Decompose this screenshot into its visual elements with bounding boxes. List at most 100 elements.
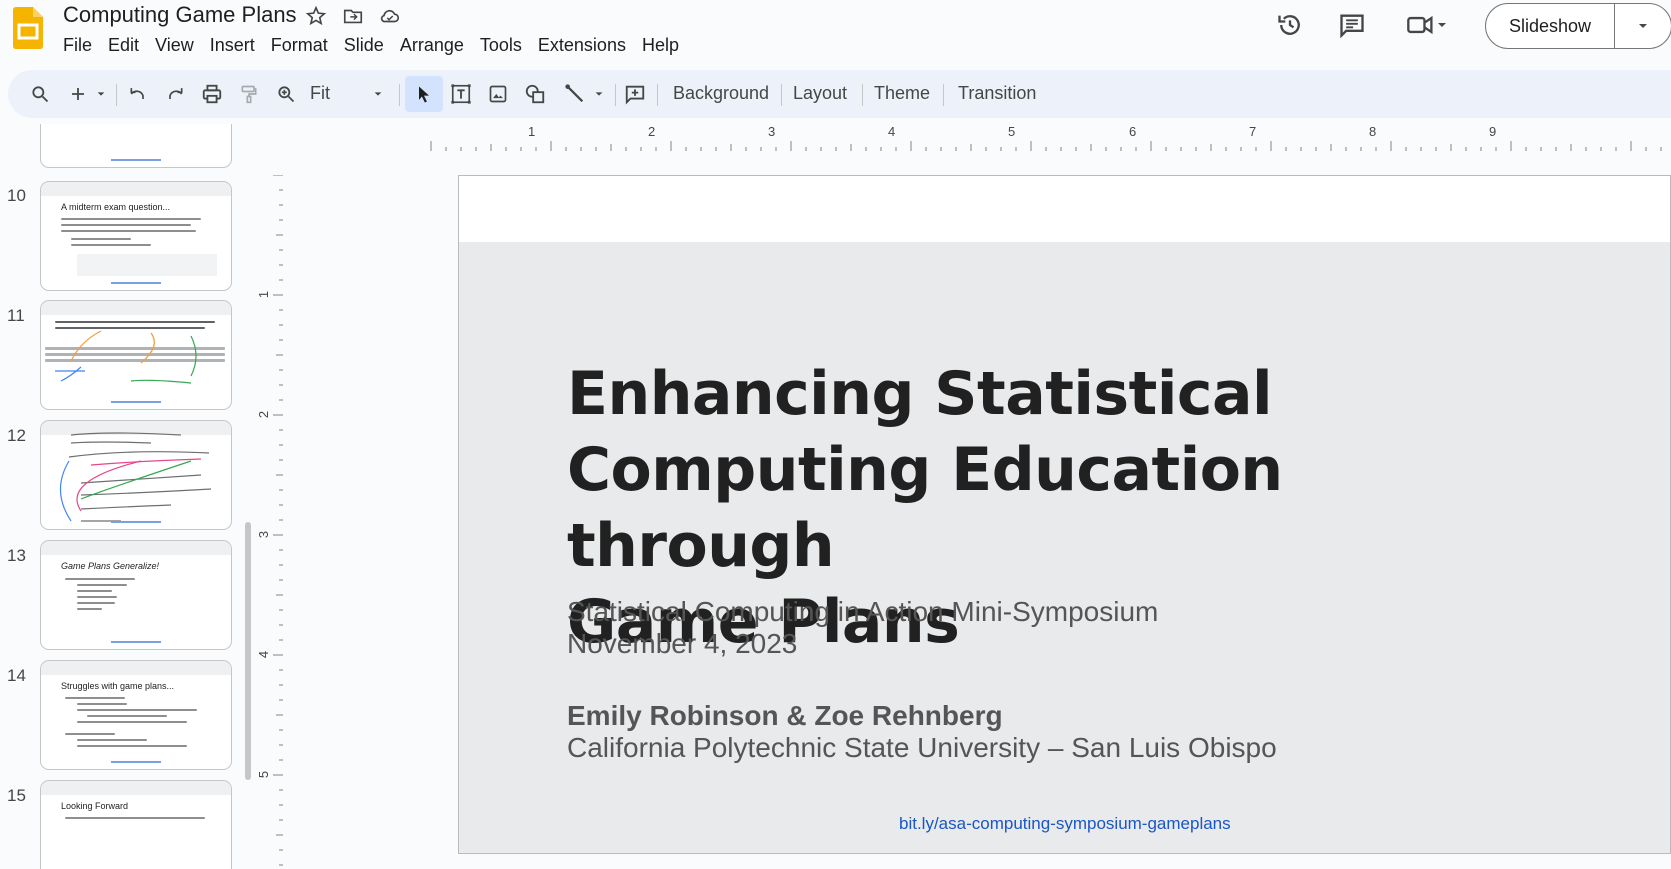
- shape-icon[interactable]: [523, 82, 547, 106]
- ruler-label: 1: [256, 290, 272, 299]
- menu-format[interactable]: Format: [263, 33, 336, 57]
- document-title[interactable]: Computing Game Plans: [63, 2, 297, 28]
- undo-icon[interactable]: [126, 82, 150, 106]
- select-cursor-icon[interactable]: [412, 82, 436, 106]
- version-history-icon[interactable]: [1275, 10, 1305, 40]
- thumbnail-text-line: [77, 602, 115, 604]
- thumbnail-link-line: [111, 159, 161, 161]
- slideshow-button[interactable]: Slideshow: [1486, 16, 1614, 37]
- thumbnail-title: A midterm exam question...: [61, 202, 171, 212]
- slide-event[interactable]: Statistical Computing in Action Mini-Sym…: [567, 596, 1158, 628]
- menu-insert[interactable]: Insert: [202, 33, 263, 57]
- move-to-folder-icon[interactable]: [342, 5, 364, 27]
- thumbnail-text-line: [61, 224, 191, 226]
- theme-button[interactable]: Theme: [874, 83, 930, 104]
- thumbnail-text-line: [61, 218, 201, 220]
- toolbar-divider: [116, 84, 117, 106]
- slide-affiliation[interactable]: California Polytechnic State University …: [567, 732, 1277, 764]
- thumbnail-header: [41, 661, 231, 675]
- filmstrip-scrollbar[interactable]: [245, 522, 251, 780]
- current-slide[interactable]: Enhancing Statistical Computing Educatio…: [458, 175, 1671, 854]
- print-icon[interactable]: [200, 82, 224, 106]
- menu-arrange[interactable]: Arrange: [392, 33, 472, 57]
- slide-number: 14: [7, 666, 26, 685]
- slide-thumbnail[interactable]: Game Plans Generalize!: [40, 540, 232, 650]
- thumbnail-link-line: [111, 761, 161, 763]
- redo-icon[interactable]: [163, 82, 187, 106]
- new-slide-icon[interactable]: [66, 82, 90, 106]
- slide-date[interactable]: November 4, 2023: [567, 628, 797, 660]
- thumbnail-text-line: [77, 608, 102, 610]
- slide-authors[interactable]: Emily Robinson & Zoe Rehnberg: [567, 700, 1003, 732]
- thumbnail-text-line: [77, 709, 197, 711]
- menu-tools[interactable]: Tools: [472, 33, 530, 57]
- horizontal-ruler-labels: 1 2 3 4 5 6 7 8 9: [281, 124, 1671, 152]
- menu-view[interactable]: View: [147, 33, 202, 57]
- slide-thumbnail[interactable]: [40, 420, 232, 530]
- thumbnail-title: Game Plans Generalize!: [61, 561, 160, 571]
- thumbnail-title: Looking Forward: [61, 801, 129, 811]
- thumbnail-link-line: [111, 282, 161, 284]
- menu-file[interactable]: File: [55, 33, 100, 57]
- text-box-icon[interactable]: [449, 82, 473, 106]
- ruler-label: 9: [1489, 124, 1497, 139]
- ruler-label: 2: [648, 124, 656, 139]
- meet-camera-icon[interactable]: [1402, 10, 1452, 40]
- transition-button[interactable]: Transition: [958, 83, 1036, 104]
- star-icon[interactable]: [305, 5, 327, 27]
- background-button[interactable]: Background: [673, 83, 769, 104]
- menu-slide[interactable]: Slide: [336, 33, 392, 57]
- ruler-label: 6: [1129, 124, 1137, 139]
- cloud-saved-icon[interactable]: [379, 5, 401, 27]
- thumbnail-text-line: [65, 817, 205, 819]
- insert-image-icon[interactable]: [486, 82, 510, 106]
- slide-thumbnail[interactable]: Looking Forward: [40, 780, 232, 869]
- menu-bar: File Edit View Insert Format Slide Arran…: [55, 33, 687, 57]
- layout-button[interactable]: Layout: [793, 83, 847, 104]
- slide-number: 12: [7, 426, 26, 445]
- slide-number: 13: [7, 546, 26, 565]
- slide-thumbnail[interactable]: [40, 124, 232, 168]
- thumbnail-text-line: [65, 578, 135, 580]
- menu-help[interactable]: Help: [634, 33, 687, 57]
- line-icon[interactable]: [563, 82, 587, 106]
- slide-link[interactable]: bit.ly/asa-computing-symposium-gameplans: [899, 814, 1231, 834]
- paint-format-icon[interactable]: [237, 82, 261, 106]
- add-comment-icon[interactable]: [623, 82, 647, 106]
- slide-thumbnail[interactable]: Struggles with game plans...: [40, 660, 232, 770]
- slide-filmstrip[interactable]: 10 A midterm exam question... 11 12 13 G…: [0, 124, 262, 869]
- zoom-chevron-down-icon[interactable]: [370, 82, 386, 106]
- slide-header-band: [459, 176, 1670, 242]
- thumbnail-header: [41, 182, 231, 196]
- thumbnail-link-line: [111, 641, 161, 643]
- thumbnail-text-line: [77, 739, 147, 741]
- line-chevron-down-icon[interactable]: [591, 82, 607, 106]
- slide-title-line: Computing Education through: [567, 435, 1283, 581]
- ruler-label: 1: [528, 124, 536, 139]
- slide-thumbnail[interactable]: [40, 300, 232, 410]
- menu-extensions[interactable]: Extensions: [530, 33, 634, 57]
- thumbnail-title: Struggles with game plans...: [61, 681, 175, 691]
- comments-icon[interactable]: [1337, 10, 1367, 40]
- vertical-ruler-labels: 1 2 3 4 5: [256, 175, 284, 869]
- thumbnail-code-block: [77, 254, 217, 276]
- search-menus-icon[interactable]: [28, 82, 52, 106]
- new-slide-layout-chevron-icon[interactable]: [93, 82, 109, 106]
- thumbnail-text-line: [77, 703, 127, 705]
- thumbnail-header: [41, 541, 231, 555]
- menu-edit[interactable]: Edit: [100, 33, 147, 57]
- thumbnail-text-line: [77, 584, 127, 586]
- thumbnail-header: [41, 781, 231, 795]
- toolbar-divider: [657, 84, 658, 106]
- zoom-select[interactable]: Fit: [310, 83, 330, 104]
- slides-app: Computing Game Plans File Edit View Inse…: [0, 0, 1671, 869]
- slideshow-options-button[interactable]: [1615, 20, 1671, 32]
- slide-thumbnail[interactable]: A midterm exam question...: [40, 181, 232, 291]
- toolbar: Fit Background Layout Theme Transition: [8, 70, 1671, 118]
- slides-logo-icon[interactable]: [13, 7, 43, 49]
- thumbnail-text-line: [77, 596, 117, 598]
- slide-number: 15: [7, 786, 26, 805]
- thumbnail-text-line: [71, 238, 131, 240]
- top-bar: Computing Game Plans File Edit View Inse…: [0, 0, 1671, 66]
- zoom-icon[interactable]: [274, 82, 298, 106]
